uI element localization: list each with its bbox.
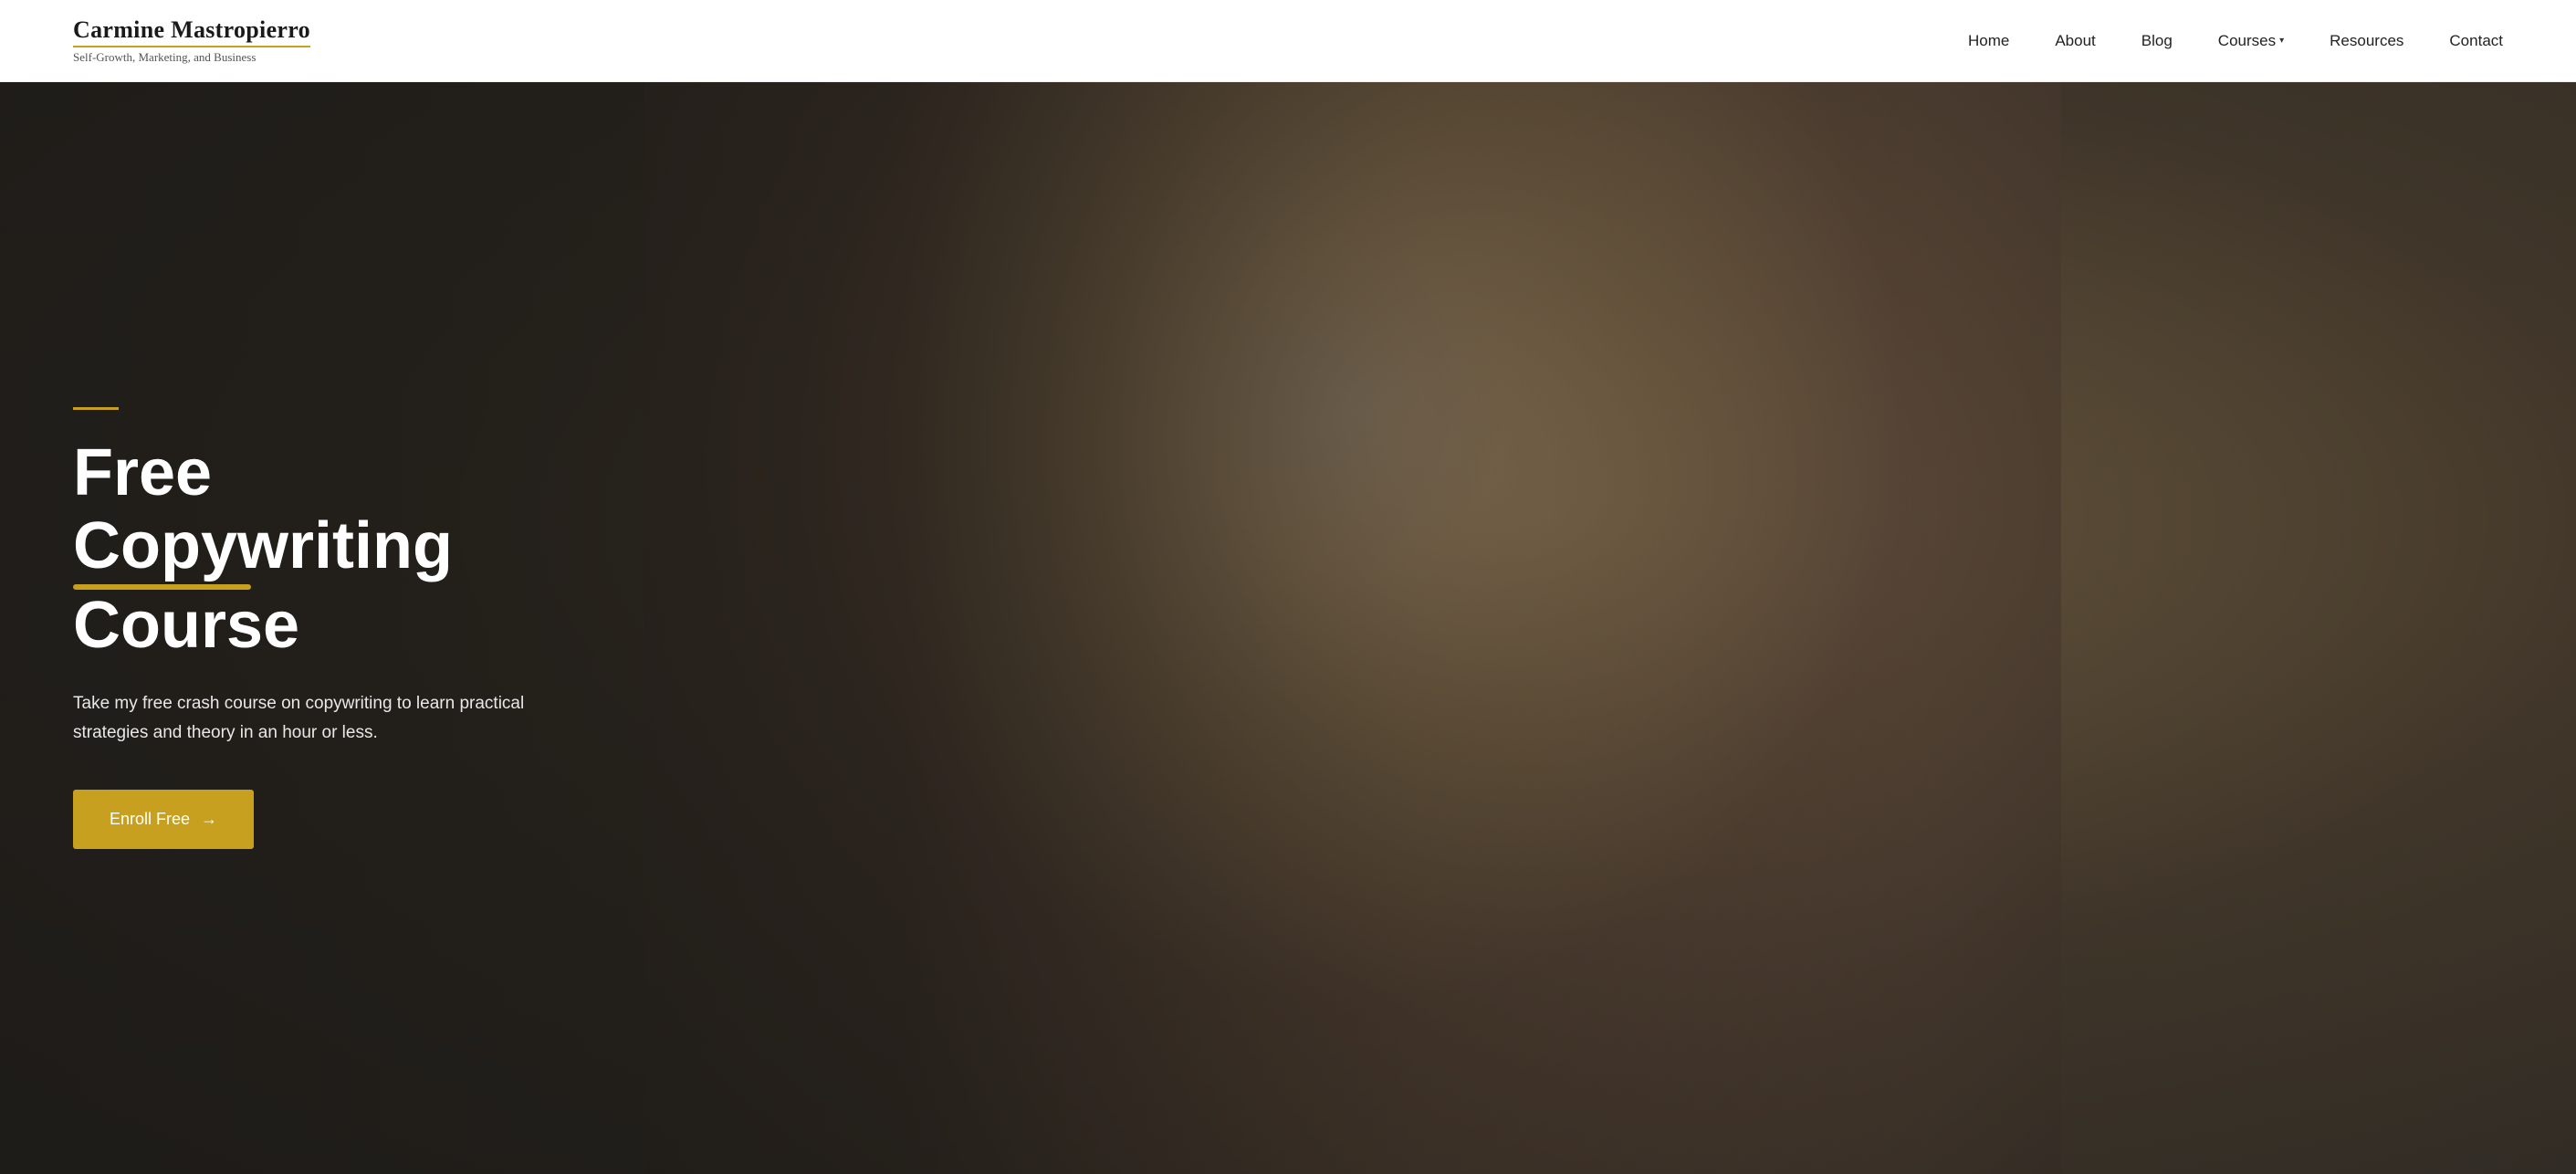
hero-description: Take my free crash course on copywriting… bbox=[73, 689, 548, 749]
enroll-label: Enroll Free bbox=[110, 810, 190, 829]
hero-title-line2: Course bbox=[73, 590, 566, 662]
hero-title: Free Copywriting Course bbox=[73, 437, 566, 662]
nav-item-courses[interactable]: Courses ▾ bbox=[2218, 32, 2284, 50]
arrow-icon: → bbox=[201, 810, 217, 829]
nav-item-resources[interactable]: Resources bbox=[2330, 32, 2403, 50]
logo-name[interactable]: Carmine Mastropierro bbox=[73, 16, 310, 47]
site-header: Carmine Mastropierro Self-Growth, Market… bbox=[0, 0, 2576, 82]
hero-accent-line bbox=[73, 407, 119, 410]
nav-item-about[interactable]: About bbox=[2055, 32, 2095, 50]
nav-item-blog[interactable]: Blog bbox=[2141, 32, 2173, 50]
hero-title-line1: Free Copywriting bbox=[73, 437, 566, 582]
hero-title-underline: Free Copywriting bbox=[73, 437, 566, 582]
nav-item-contact[interactable]: Contact bbox=[2449, 32, 2503, 50]
nav-item-home[interactable]: Home bbox=[1968, 32, 2009, 50]
enroll-free-button[interactable]: Enroll Free → bbox=[73, 790, 254, 849]
hero-content: Free Copywriting Course Take my free cra… bbox=[0, 407, 639, 848]
main-nav: Home About Blog Courses ▾ Resources Cont… bbox=[1968, 32, 2503, 50]
logo: Carmine Mastropierro Self-Growth, Market… bbox=[73, 16, 310, 65]
chevron-down-icon: ▾ bbox=[2279, 36, 2284, 46]
logo-tagline: Self-Growth, Marketing, and Business bbox=[73, 50, 310, 65]
hero-section: Free Copywriting Course Take my free cra… bbox=[0, 82, 2576, 1174]
